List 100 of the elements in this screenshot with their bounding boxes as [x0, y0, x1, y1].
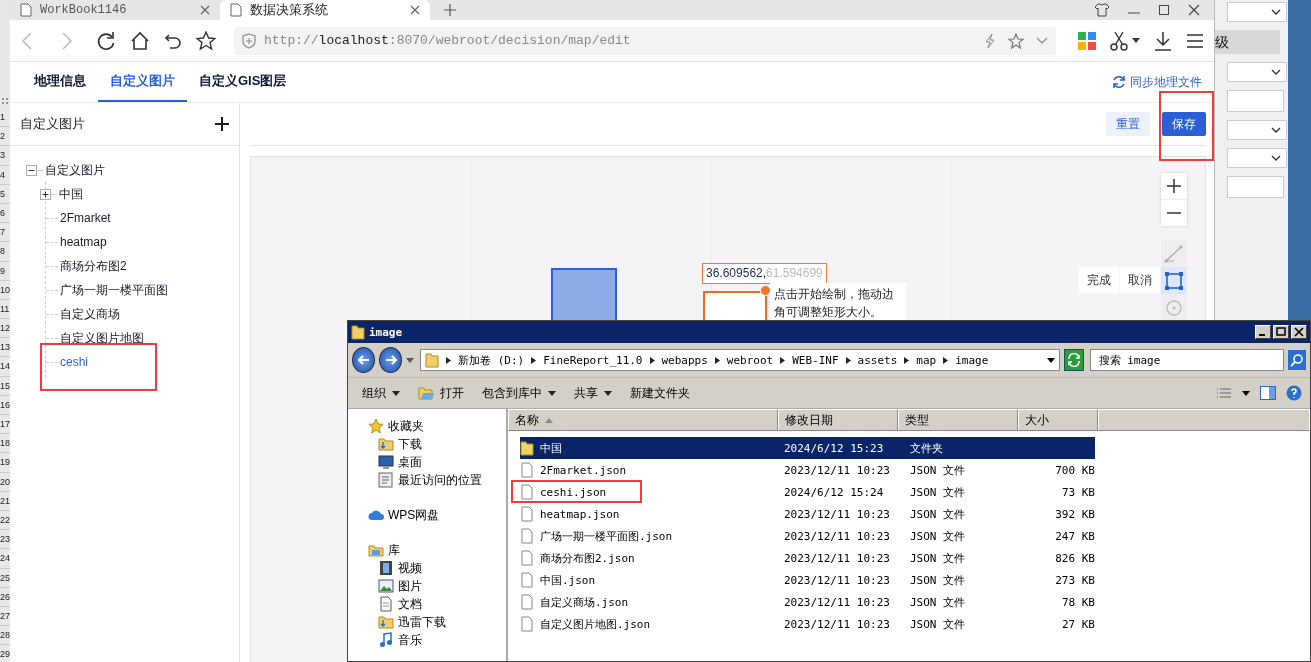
toolbar-button[interactable]: 共享: [570, 381, 616, 405]
scissors-icon[interactable]: [1110, 30, 1128, 51]
nav-item[interactable]: 迅雷下载: [368, 613, 506, 631]
browser-tab[interactable]: 数据决策系统: [220, 0, 430, 20]
address-bar[interactable]: http://localhost:8070/webroot/decision/map/edit: [234, 26, 1056, 55]
breadcrumb[interactable]: assets: [857, 353, 898, 367]
cancel-button[interactable]: 取消: [1120, 267, 1160, 293]
nav-item[interactable]: 库: [368, 541, 506, 559]
input-field[interactable]: [1227, 176, 1284, 198]
shirt-icon[interactable]: [1094, 3, 1110, 17]
undo-icon[interactable]: [164, 31, 182, 50]
toolbar-button[interactable]: 组织: [358, 381, 404, 405]
tab[interactable]: 自定义图片: [98, 62, 187, 102]
new-tab-icon[interactable]: [444, 4, 456, 16]
sync-link[interactable]: 同步地理文件: [1112, 62, 1202, 102]
chevron-down-icon[interactable]: [1036, 36, 1048, 45]
reload-icon[interactable]: [96, 30, 116, 51]
nav-item[interactable]: 桌面: [368, 453, 506, 471]
nav-item[interactable]: 下载: [368, 435, 506, 453]
drawn-rectangle: [551, 268, 617, 321]
collapse-icon[interactable]: [26, 164, 37, 176]
tree-item[interactable]: 2Fmarket: [60, 211, 111, 225]
column-header[interactable]: 修改日期: [778, 409, 898, 431]
caret-icon[interactable]: [406, 357, 415, 363]
search-button[interactable]: [1288, 350, 1306, 370]
column-header[interactable]: 名称: [508, 409, 778, 431]
tab[interactable]: 地理信息: [22, 62, 98, 102]
file-row[interactable]: 中国.json 2023/12/11 10:23 JSON 文件 273 KB: [520, 569, 1095, 591]
tree-item[interactable]: heatmap: [60, 235, 107, 249]
input-field[interactable]: [1227, 90, 1284, 112]
tree-item[interactable]: 自定义图片地图: [60, 329, 144, 347]
star-icon[interactable]: [196, 30, 216, 51]
apps-grid-icon[interactable]: [1078, 31, 1096, 50]
nav-item[interactable]: 音乐: [368, 631, 506, 649]
nav-item[interactable]: 文档: [368, 595, 506, 613]
add-icon[interactable]: [215, 117, 229, 131]
recent-icon: [378, 472, 394, 488]
breadcrumb[interactable]: webroot: [726, 353, 774, 367]
minimize-icon[interactable]: [1255, 325, 1271, 339]
tree-item[interactable]: 自定义商场: [60, 305, 120, 323]
address-bar[interactable]: 新加卷 (D:) FineReport_11.0 webapps webroot WEB-INF assets map image: [420, 349, 1061, 371]
toolbar-button[interactable]: 打开: [414, 381, 468, 405]
file-row[interactable]: ceshi.json 2024/6/12 15:24 JSON 文件 73 KB: [520, 481, 1095, 503]
picture-icon: [378, 578, 394, 594]
tree-item[interactable]: 中国: [59, 185, 83, 203]
nav-item[interactable]: WPS网盘: [368, 506, 506, 524]
download-icon[interactable]: [1154, 30, 1172, 51]
chevron-right-icon: [904, 356, 910, 364]
map-canvas[interactable]: 36.609562,61.594699 点击开始绘制，拖动边角可调整矩形大小。 完成 取消: [250, 156, 1206, 321]
tree-item[interactable]: ceshi: [60, 355, 88, 369]
reset-button[interactable]: 重置: [1106, 112, 1150, 136]
column-header[interactable]: 类型: [898, 409, 1018, 431]
tree-item[interactable]: 广场一期一楼平面图: [60, 281, 168, 299]
file-row[interactable]: 2Fmarket.json 2023/12/11 10:23 JSON 文件 700 KB: [520, 459, 1095, 481]
chevron-right-icon: [531, 356, 537, 364]
toolbar-button[interactable]: 包含到库中: [478, 381, 560, 405]
close-icon[interactable]: [1188, 4, 1200, 16]
file-row[interactable]: 广场一期一楼平面图.json 2023/12/11 10:23 JSON 文件 247 KB: [520, 525, 1095, 547]
done-button[interactable]: 完成: [1079, 267, 1119, 293]
file-row[interactable]: heatmap.json 2023/12/11 10:23 JSON 文件 392 KB: [520, 503, 1095, 525]
breadcrumb[interactable]: webapps: [661, 353, 708, 367]
forward-button[interactable]: [379, 347, 403, 373]
breadcrumb[interactable]: image: [955, 353, 989, 367]
column-header[interactable]: 大小: [1018, 409, 1098, 431]
breadcrumb[interactable]: map: [916, 353, 937, 367]
tree-item[interactable]: 商场分布图2: [60, 257, 127, 275]
tab[interactable]: 自定义GIS图层: [187, 62, 299, 102]
preview-pane-icon[interactable]: [1260, 386, 1276, 400]
maximize-icon[interactable]: [1158, 4, 1170, 16]
panel-title: 自定义图片: [20, 115, 85, 133]
breadcrumb[interactable]: WEB-INF: [792, 353, 839, 367]
tree-item[interactable]: 自定义图片: [45, 161, 105, 179]
file-row[interactable]: 商场分布图2.json 2023/12/11 10:23 JSON 文件 826 KB: [520, 547, 1095, 569]
lightning-icon[interactable]: [984, 32, 996, 49]
star-icon[interactable]: [1008, 32, 1024, 49]
home-icon[interactable]: [130, 30, 150, 51]
toolbar-button[interactable]: 新建文件夹: [626, 381, 694, 405]
save-button[interactable]: 保存: [1162, 112, 1206, 136]
refresh-button[interactable]: [1064, 349, 1084, 371]
nav-item[interactable]: 最近访问的位置: [368, 471, 506, 489]
tab-title: WorkBook1146: [40, 3, 127, 17]
help-icon[interactable]: [1286, 385, 1302, 401]
nav-item[interactable]: 视频: [368, 559, 506, 577]
table-cell-text: 文件夹: [909, 440, 944, 456]
nav-item[interactable]: 图片: [368, 577, 506, 595]
sync-icon: [1112, 75, 1126, 89]
expand-icon[interactable]: [40, 188, 51, 200]
back-button[interactable]: [352, 347, 375, 373]
file-row[interactable]: 自定义商场.json 2023/12/11 10:23 JSON 文件 78 KB: [520, 591, 1095, 613]
file-row[interactable]: 自定义图片地图.json 2023/12/11 10:23 JSON 文件 27 KB: [520, 613, 1095, 635]
file-row[interactable]: 中国 2024/6/12 15:23 文件夹: [520, 437, 1095, 459]
highlight-frame: [1159, 91, 1214, 161]
nav-item[interactable]: 收藏夹: [368, 417, 506, 435]
menu-icon[interactable]: [1186, 32, 1204, 49]
shield-icon: [242, 32, 256, 49]
search-field[interactable]: 搜索 image: [1089, 349, 1285, 371]
breadcrumb[interactable]: FineReport_11.0: [543, 353, 643, 367]
rectangle-tool-button[interactable]: [1161, 267, 1187, 294]
breadcrumb[interactable]: 新加卷 (D:): [458, 352, 525, 368]
file-icon: [520, 594, 534, 610]
